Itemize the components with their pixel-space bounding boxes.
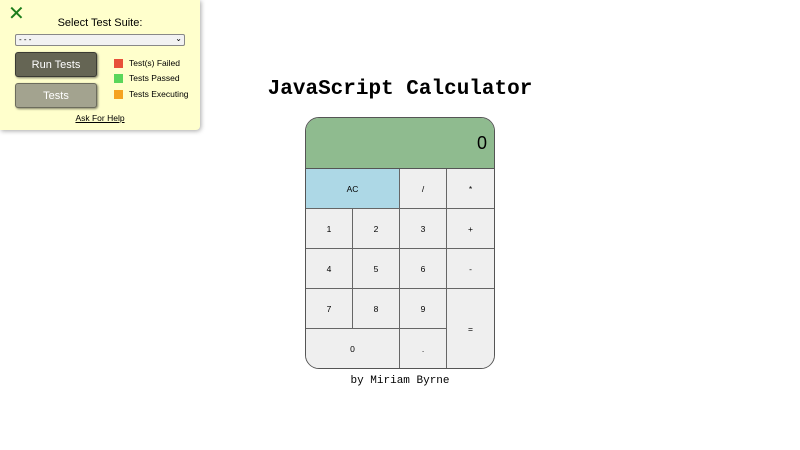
eight-button[interactable]: 8 — [353, 289, 400, 329]
three-button[interactable]: 3 — [400, 209, 447, 249]
nine-button[interactable]: 9 — [400, 289, 447, 329]
failed-swatch-icon — [114, 58, 123, 68]
author-byline: by Miriam Byrne — [350, 375, 450, 387]
test-suite-select[interactable]: - - - ⌄ — [15, 34, 185, 46]
divide-button[interactable]: / — [400, 169, 447, 209]
suite-label: Select Test Suite: — [57, 17, 143, 29]
one-button[interactable]: 1 — [306, 209, 353, 249]
clear-button[interactable]: AC — [306, 169, 400, 209]
add-button[interactable]: + — [447, 209, 494, 249]
subtract-button[interactable]: - — [447, 249, 494, 289]
two-button[interactable]: 2 — [353, 209, 400, 249]
five-button[interactable]: 5 — [353, 249, 400, 289]
equals-button[interactable]: = — [447, 289, 494, 368]
four-button[interactable]: 4 — [306, 249, 353, 289]
decimal-button[interactable]: . — [400, 329, 447, 368]
six-button[interactable]: 6 — [400, 249, 447, 289]
run-tests-button[interactable]: Run Tests — [15, 52, 97, 77]
calculator: 0 AC / * 1 2 3 + 4 5 6 - 7 8 9 = 0 . — [305, 117, 495, 369]
page-title: JavaScript Calculator — [267, 78, 533, 101]
legend-failed: Test(s) Failed — [114, 58, 180, 68]
chevron-down-icon: ⌄ — [175, 34, 182, 43]
test-suite-selected: - - - — [19, 35, 32, 44]
legend-failed-label: Test(s) Failed — [129, 58, 181, 68]
test-panel: ✕ Select Test Suite: - - - ⌄ Run Tests T… — [0, 0, 200, 130]
multiply-button[interactable]: * — [447, 169, 494, 209]
calculator-display: 0 — [306, 118, 494, 169]
seven-button[interactable]: 7 — [306, 289, 353, 329]
zero-button[interactable]: 0 — [306, 329, 400, 368]
ask-for-help-link[interactable]: Ask For Help — [0, 113, 200, 123]
